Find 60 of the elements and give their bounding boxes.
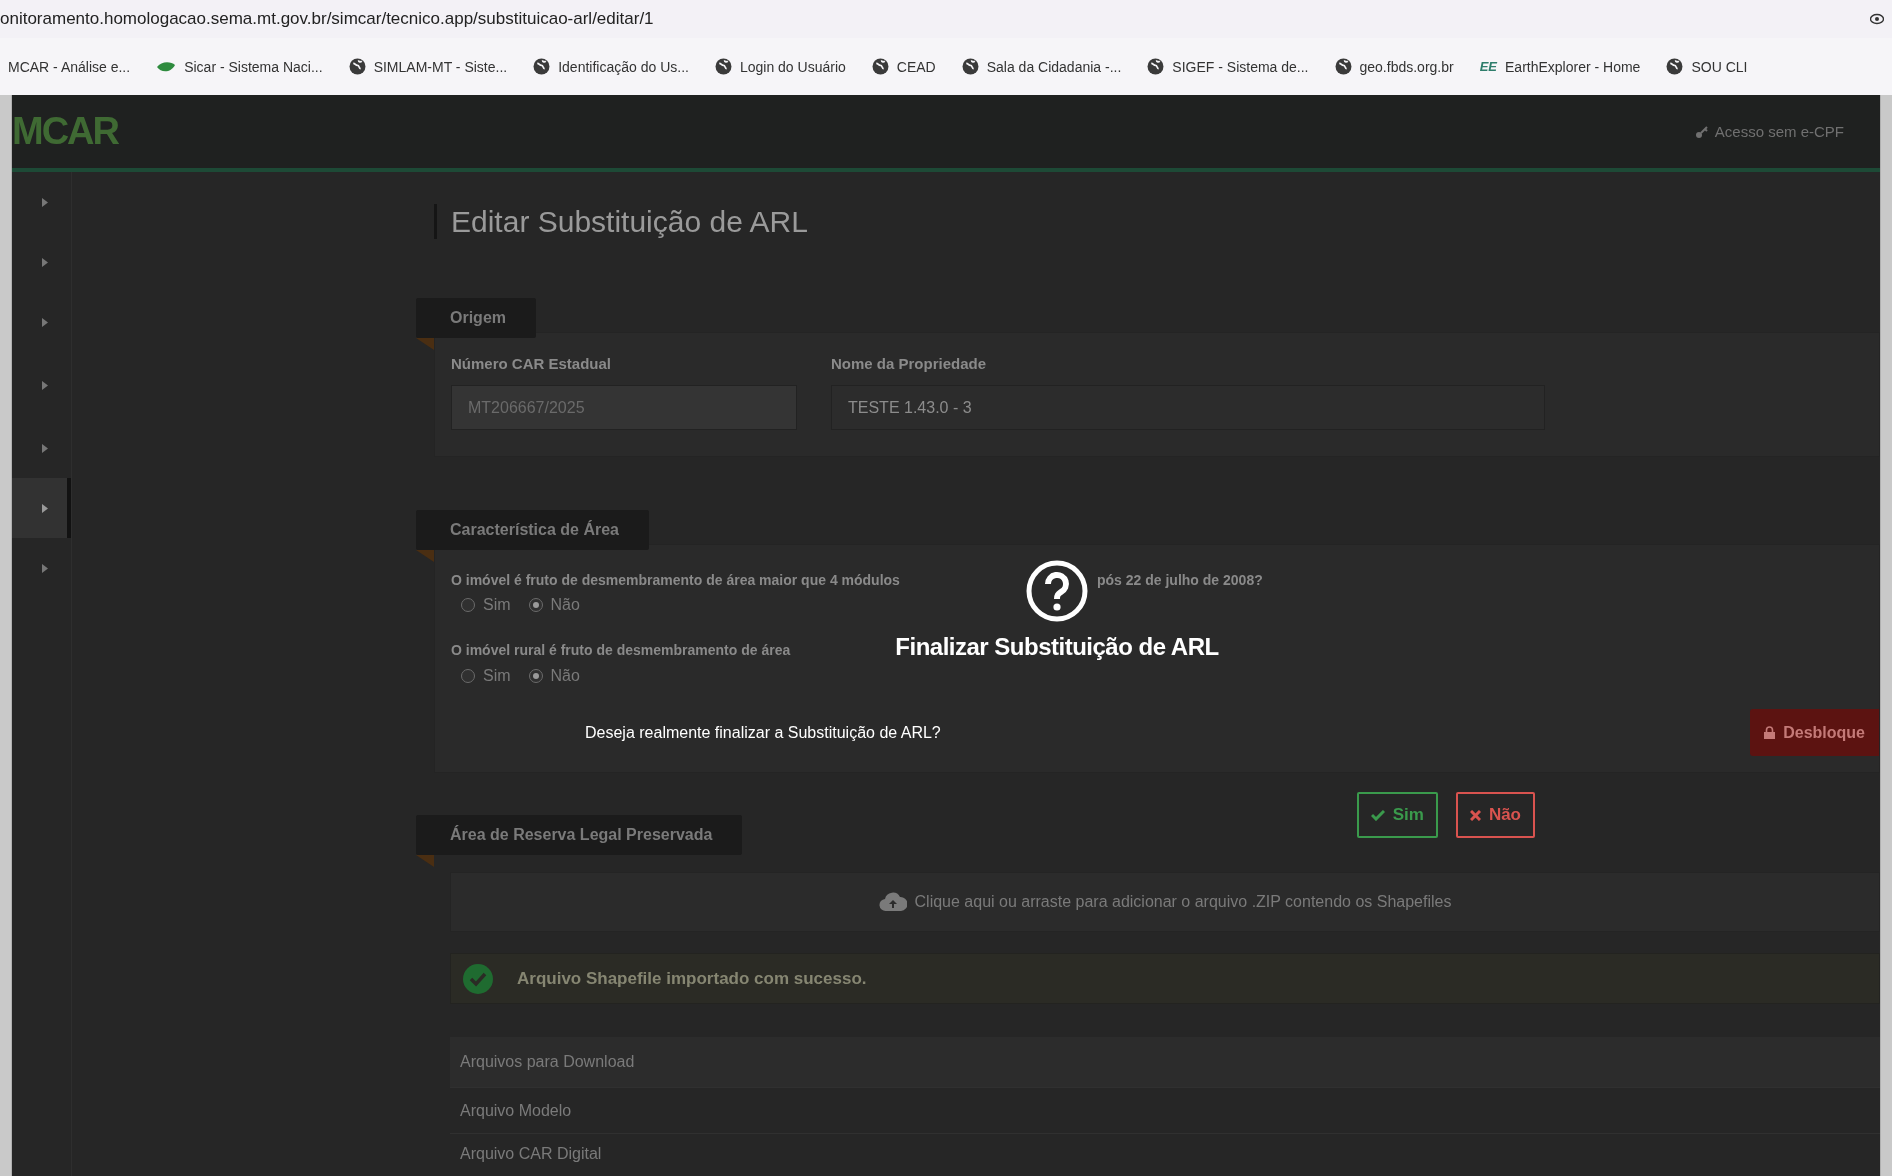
bookmark-link[interactable]: Sicar - Sistema Naci... — [156, 58, 323, 75]
caret-icon — [42, 443, 48, 453]
radio-button[interactable] — [528, 669, 543, 683]
radio-button[interactable] — [528, 598, 543, 612]
globe-icon — [714, 58, 732, 75]
table-header: Arquivos para Download — [450, 1037, 1880, 1087]
question-mark-icon — [1026, 560, 1088, 622]
caret-icon — [42, 197, 48, 207]
dialog-message: Deseja realmente finalizar a Substituição de ARL? — [585, 724, 941, 742]
unlock-button[interactable]: Desbloque — [1750, 709, 1879, 756]
table-cell: Arquivo Modelo — [450, 1087, 1880, 1133]
dropzone-text: Clique aqui ou arraste para adicionar o arquivo .ZIP contendo os Shapefiles — [914, 893, 1452, 911]
lock-icon — [1764, 726, 1776, 739]
confirm-button[interactable]: Sim — [1356, 792, 1438, 838]
address-bar[interactable]: onitoramento.homologacao.sema.mt.gov.br/simcar/tecnico.app/substituicao-arl/editar/1 — [0, 9, 654, 29]
bookmark-link[interactable]: SIMLAM-MT - Siste... — [348, 58, 508, 75]
globe-icon — [961, 58, 979, 75]
key-icon — [1694, 124, 1709, 139]
bookmark-link[interactable]: SOU CLI — [1666, 58, 1748, 75]
globe-icon — [1666, 58, 1684, 75]
caret-icon — [42, 380, 48, 390]
check-circle-icon — [463, 963, 493, 994]
globe-icon — [871, 58, 889, 75]
check-icon — [1370, 809, 1385, 821]
sidebar-item[interactable] — [12, 478, 71, 538]
radio-button[interactable] — [461, 669, 475, 683]
caret-icon — [42, 317, 48, 327]
question-text: O imóvel rural é fruto de desmembramento de área — [451, 641, 791, 659]
globe-icon — [348, 58, 366, 75]
caret-icon — [42, 503, 48, 513]
bookmark-link[interactable]: Sala da Cidadania -... — [961, 58, 1122, 75]
cloud-upload-icon — [878, 892, 907, 912]
globe-icon — [1334, 58, 1352, 75]
bookmark-link[interactable]: Identificação do Us... — [533, 58, 689, 75]
dialog-title: Finalizar Substituição de ARL — [895, 632, 1219, 662]
bookmark-link[interactable]: Login do Usuário — [714, 58, 846, 75]
bookmark-link[interactable]: MCAR - Análise e... — [8, 58, 131, 75]
field-label: Número CAR Estadual — [451, 355, 613, 373]
bookmark-link[interactable]: EE EarthExplorer - Home — [1479, 58, 1641, 75]
bookmark-link[interactable]: CEAD — [871, 58, 936, 75]
bookmark-link[interactable]: geo.fbds.org.br — [1334, 58, 1454, 75]
radio-button[interactable] — [461, 598, 475, 612]
question-text: O imóvel é fruto de desmembramento de área maior que 4 módulos — [451, 571, 901, 589]
alert-text: Arquivo Shapefile importado com sucesso. — [517, 968, 867, 989]
bookmark-icon: EE — [1479, 59, 1497, 74]
close-icon — [1469, 809, 1481, 821]
site-logo: MCAR — [12, 110, 118, 153]
globe-icon — [1147, 58, 1165, 75]
table-cell: Arquivo CAR Digital — [450, 1133, 1880, 1173]
leaf-icon — [156, 60, 177, 73]
eye-icon[interactable] — [1870, 12, 1884, 26]
caret-icon — [42, 257, 48, 267]
cancel-button[interactable]: Não — [1455, 792, 1535, 838]
question-text: pós 22 de julho de 2008? — [1097, 571, 1263, 589]
field-label: Nome da Propriedade — [831, 355, 988, 373]
globe-icon — [533, 58, 551, 75]
page-title: Editar Substituição de ARL — [434, 204, 808, 239]
input-field[interactable]: TESTE 1.43.0 - 3 — [831, 385, 1545, 430]
caret-icon — [42, 563, 48, 573]
bookmark-link[interactable]: SIGEF - Sistema de... — [1147, 58, 1309, 75]
